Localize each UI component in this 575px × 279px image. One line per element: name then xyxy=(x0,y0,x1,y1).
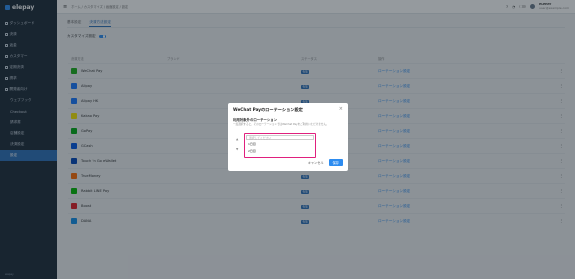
modal-description: 一度選択すると、そのローテーションではWeChat Payをご利用いただけません… xyxy=(233,123,329,126)
modal-footer: キャンセル 保存 xyxy=(308,159,343,166)
dropdown-option[interactable]: 2日目 xyxy=(245,148,315,155)
expand-arrow-icon[interactable]: ▼ xyxy=(236,147,238,151)
modal-subtitle: 利用対象外のローテーション xyxy=(233,118,278,122)
close-icon[interactable]: × xyxy=(339,106,343,112)
modal-title: WeChat Payのローテーション設定 xyxy=(233,107,303,112)
rotation-modal: WeChat Payのローテーション設定 × 利用対象外のローテーション 一度選… xyxy=(228,103,348,171)
cancel-button[interactable]: キャンセル xyxy=(308,160,324,165)
dropdown-option[interactable]: 1日目 xyxy=(245,141,315,148)
rotation-dropdown[interactable]: 選択してください 1日目 2日目 xyxy=(244,133,316,158)
rotation-select-input[interactable]: 選択してください xyxy=(246,135,314,140)
save-button[interactable]: 保存 xyxy=(328,159,343,166)
collapse-arrow-icon[interactable]: ▲ xyxy=(236,137,238,141)
